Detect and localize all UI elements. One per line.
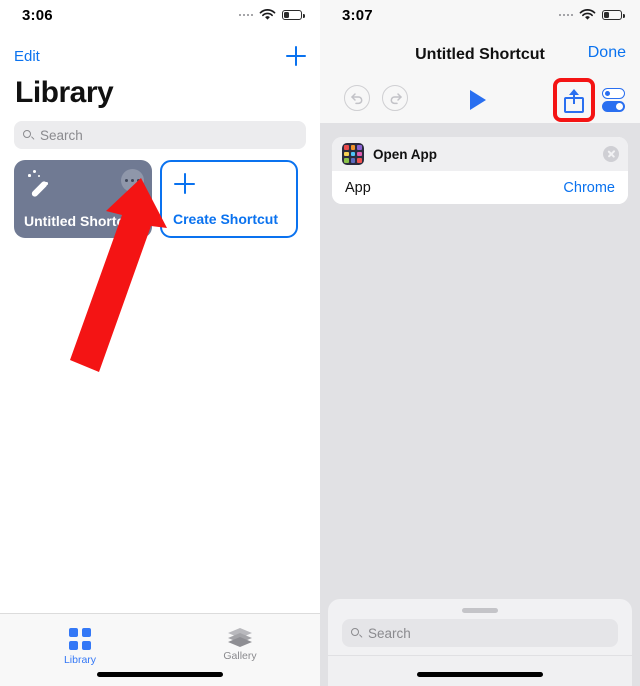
tab-bar-left: Library Gallery bbox=[0, 613, 320, 686]
search-placeholder: Search bbox=[368, 625, 411, 641]
redo-glyph bbox=[390, 92, 402, 104]
toggles-icon[interactable] bbox=[602, 88, 626, 112]
status-time: 3:07 bbox=[342, 6, 373, 24]
search-icon bbox=[351, 627, 362, 639]
signal-dots-icon bbox=[558, 13, 573, 17]
search-icon bbox=[23, 129, 34, 141]
wifi-icon bbox=[579, 9, 596, 20]
edit-button[interactable]: Edit bbox=[14, 48, 40, 65]
page-title: Library bbox=[15, 76, 114, 109]
shortcut-card-label: Untitled Shortcut bbox=[24, 213, 138, 229]
library-navbar: Edit bbox=[0, 42, 320, 70]
plus-icon bbox=[174, 173, 195, 194]
redo-icon[interactable] bbox=[382, 85, 408, 111]
grabber-icon[interactable] bbox=[462, 608, 498, 613]
status-bar-left: 3:06 bbox=[0, 0, 320, 30]
parameter-value[interactable]: Chrome bbox=[563, 180, 615, 196]
create-shortcut-card[interactable]: Create Shortcut bbox=[160, 160, 298, 238]
home-indicator bbox=[97, 672, 223, 677]
ellipsis-icon[interactable] bbox=[121, 169, 144, 192]
layers-icon bbox=[228, 628, 252, 647]
undo-icon[interactable] bbox=[344, 85, 370, 111]
search-input[interactable]: Search bbox=[342, 619, 618, 647]
search-placeholder: Search bbox=[40, 127, 83, 143]
tab-library-label: Library bbox=[63, 653, 97, 666]
tab-gallery-label: Gallery bbox=[223, 650, 257, 662]
screenshot-stage: 3:06 Edit Library Search Untitled Shortc… bbox=[0, 0, 640, 686]
search-input[interactable]: Search bbox=[14, 121, 306, 149]
undo-glyph bbox=[350, 92, 362, 104]
done-button[interactable]: Done bbox=[588, 44, 626, 62]
parameter-label: App bbox=[345, 179, 371, 196]
action-card-header: Open App bbox=[332, 137, 628, 171]
share-icon[interactable] bbox=[564, 87, 584, 113]
play-icon[interactable] bbox=[470, 90, 486, 110]
grid-icon bbox=[69, 628, 91, 650]
status-icons bbox=[238, 9, 305, 21]
status-icons bbox=[558, 9, 625, 21]
signal-dots-icon bbox=[238, 13, 253, 17]
action-parameter-row[interactable]: App Chrome bbox=[332, 171, 628, 204]
create-shortcut-label: Create Shortcut bbox=[173, 211, 279, 227]
action-card-open-app[interactable]: Open App App Chrome bbox=[332, 137, 628, 204]
left-phone-panel: 3:06 Edit Library Search Untitled Shortc… bbox=[0, 0, 320, 686]
status-bar-right: 3:07 bbox=[320, 0, 640, 30]
close-icon[interactable] bbox=[603, 146, 619, 162]
shortcut-card-grid: Untitled Shortcut Create Shortcut bbox=[14, 160, 298, 238]
editor-toolbar bbox=[320, 78, 640, 122]
home-indicator bbox=[417, 672, 543, 677]
app-grid-icon bbox=[342, 143, 364, 165]
status-time: 3:06 bbox=[22, 6, 53, 24]
shortcut-card-untitled[interactable]: Untitled Shortcut bbox=[14, 160, 152, 238]
battery-low-icon bbox=[602, 9, 625, 21]
shortcut-title: Untitled Shortcut bbox=[415, 46, 545, 63]
action-title: Open App bbox=[373, 146, 437, 162]
wifi-icon bbox=[259, 9, 276, 20]
plus-icon[interactable] bbox=[286, 46, 306, 66]
right-phone-panel: 3:07 Untitled Shortcut Done Open App App… bbox=[320, 0, 640, 686]
bottom-sheet: Search bbox=[328, 599, 632, 686]
sheet-footer bbox=[328, 655, 632, 686]
battery-low-icon bbox=[282, 9, 305, 21]
magic-wand-icon bbox=[27, 170, 51, 198]
